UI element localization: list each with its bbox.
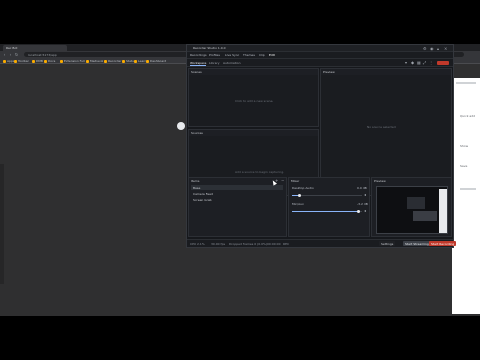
close-icon[interactable]: ×	[444, 46, 447, 51]
list-item[interactable]: Camera Feed	[191, 191, 283, 196]
menu-themes[interactable]: Themes	[243, 53, 255, 57]
window-title: Recorder Studio 1.0.0	[193, 46, 226, 50]
bookmark-item[interactable]: Docs	[44, 59, 55, 63]
channel-value: -3.2 dB	[357, 202, 368, 206]
channel-name: Mic/Aux	[292, 202, 304, 206]
fps-status: 30.00 fps	[211, 242, 226, 246]
thumbnail-page	[439, 189, 447, 233]
page-text: Quick add	[460, 114, 476, 118]
left-sidebar-strip	[0, 164, 4, 284]
menu-edit[interactable]: Edit	[269, 53, 275, 57]
scenes-panel: Scenes Click to add a new scene.	[188, 68, 319, 127]
divider	[456, 82, 476, 84]
tab-library[interactable]: Library	[209, 61, 220, 65]
bookmark-item[interactable]: Recorder	[104, 59, 121, 63]
page-text: Save	[460, 164, 468, 168]
empty-hint: Click to add a new scene.	[235, 99, 274, 103]
dropped-frames-status: Dropped frames 0 (0.0%)	[229, 242, 268, 246]
record-button[interactable]	[437, 61, 449, 65]
recorder-app-window: Recorder Studio 1.0.0 ⚙ ◉ ▴ × Recordings…	[186, 44, 457, 248]
menu-bar: Recordings Profiles Live Sync Themes Cli…	[187, 52, 453, 59]
time-status: 00:00:00	[267, 242, 281, 246]
right-page-content: Quick add Show Save	[452, 78, 480, 314]
rec-status: REC	[283, 242, 290, 246]
pin-icon[interactable]: ◆	[411, 60, 414, 66]
tab-workspace[interactable]: Workspace	[190, 61, 207, 66]
empty-hint: No source selected	[367, 125, 396, 129]
user-icon[interactable]: ◉	[430, 46, 434, 51]
bookmark-item[interactable]: Learn	[134, 59, 146, 63]
list-item[interactable]: Base	[191, 185, 283, 190]
reload-icon[interactable]: ↻	[14, 52, 19, 57]
items-panel: Items + − Base Camera Feed Screen Grab	[188, 177, 287, 237]
channel-name: Desktop Audio	[292, 186, 314, 190]
gear-icon[interactable]: ⚙	[423, 46, 427, 51]
tab-automation[interactable]: Automation	[223, 61, 240, 65]
panel-title: Preview	[374, 179, 386, 183]
menu-recordings[interactable]: Recordings	[190, 53, 207, 57]
bookmark-item[interactable]: Extension Full	[60, 59, 85, 63]
page-text: Show	[460, 144, 469, 148]
bookmark-item[interactable]: Dashboard	[146, 59, 166, 63]
more-icon[interactable]: ⋮	[429, 60, 433, 66]
volume-slider-knob[interactable]	[297, 194, 301, 197]
empty-hint: Add a source to begin capturing.	[235, 170, 285, 174]
settings-button[interactable]: Settings	[379, 241, 396, 246]
back-icon[interactable]: ‹	[2, 52, 7, 57]
list-item[interactable]: Screen Grab	[191, 197, 283, 202]
cpu-status: CPU 2.1%	[190, 242, 205, 246]
filter-icon[interactable]: ▾	[405, 60, 407, 66]
forward-icon[interactable]: ›	[8, 52, 13, 57]
bookmark-item[interactable]: DMB	[32, 59, 43, 63]
volume-slider-fill	[292, 211, 359, 212]
thumbnails-panel: Preview	[371, 177, 452, 237]
audio-mixer-panel: Mixer Desktop Audio 0.0 dB ◂ Mic/Aux -3.…	[288, 177, 370, 237]
volume-slider-knob[interactable]	[357, 210, 360, 213]
bell-icon[interactable]: ▴	[437, 46, 439, 51]
thumbnail-window	[407, 197, 425, 209]
menu-profiles[interactable]: Profiles	[209, 53, 220, 57]
volume-slider-track[interactable]	[292, 195, 362, 196]
screen: Rec Bot ‹ › ↻ localhost:5173/app Apps To…	[0, 44, 480, 316]
title-bar: Recorder Studio 1.0.0 ⚙ ◉ ▴ ×	[187, 45, 453, 52]
panel-title: Mixer	[291, 179, 300, 183]
start-streaming-button[interactable]: Start Streaming	[403, 241, 431, 246]
menu-clip[interactable]: Clip	[259, 53, 265, 57]
thumbnail-window	[413, 211, 437, 221]
start-recording-button[interactable]: Start Recording	[429, 241, 457, 246]
bookmark-item[interactable]: Mediaviz	[86, 59, 103, 63]
channel-value: 0.0 dB	[357, 186, 367, 190]
status-bar: CPU 2.1% 30.00 fps Dropped frames 0 (0.0…	[187, 239, 457, 247]
speaker-icon[interactable]: ◂	[364, 192, 366, 198]
divider	[460, 188, 476, 190]
resize-handle[interactable]	[177, 122, 185, 130]
expand-icon[interactable]: ⤢	[423, 60, 426, 66]
menu-live-sync[interactable]: Live Sync	[225, 53, 239, 57]
bookmark-item[interactable]: Apps	[3, 59, 14, 63]
preview-thumbnail[interactable]	[376, 186, 448, 234]
scenes-body[interactable]: Click to add a new scene.	[189, 75, 318, 126]
tab-bar: Workspace Library Automation ▾ ◆ ▦ ⤢ ⋮	[187, 59, 453, 67]
speaker-icon[interactable]: ◂	[364, 208, 366, 214]
grid-icon[interactable]: ▦	[417, 60, 421, 66]
bookmark-item[interactable]: Toolbar	[14, 59, 29, 63]
remove-icon[interactable]: −	[281, 178, 284, 184]
